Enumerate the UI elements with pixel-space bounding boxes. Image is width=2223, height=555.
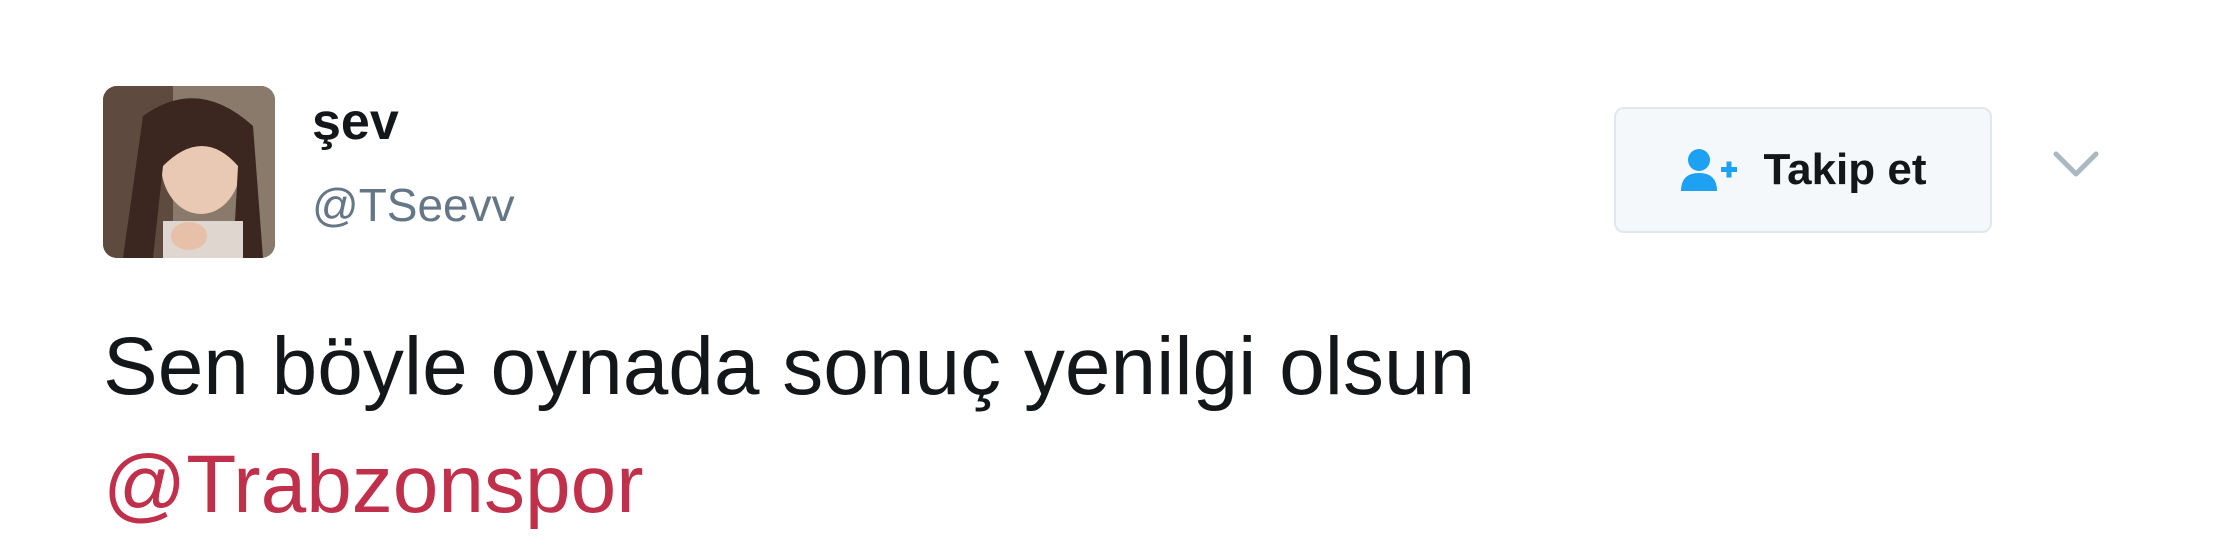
tweet-text: Sen böyle oynada sonuç yenilgi olsun <box>103 321 1476 412</box>
chevron-down-icon[interactable] <box>2048 144 2104 184</box>
avatar[interactable] <box>103 86 275 258</box>
person-plus-icon <box>1679 147 1741 193</box>
follow-button-label: Takip et <box>1763 145 1927 194</box>
follow-button[interactable]: Takip et <box>1614 107 1992 233</box>
mention-link[interactable]: @Trabzonspor <box>103 436 644 534</box>
user-handle[interactable]: @TSeevv <box>312 182 515 228</box>
display-name[interactable]: şev <box>312 96 399 148</box>
